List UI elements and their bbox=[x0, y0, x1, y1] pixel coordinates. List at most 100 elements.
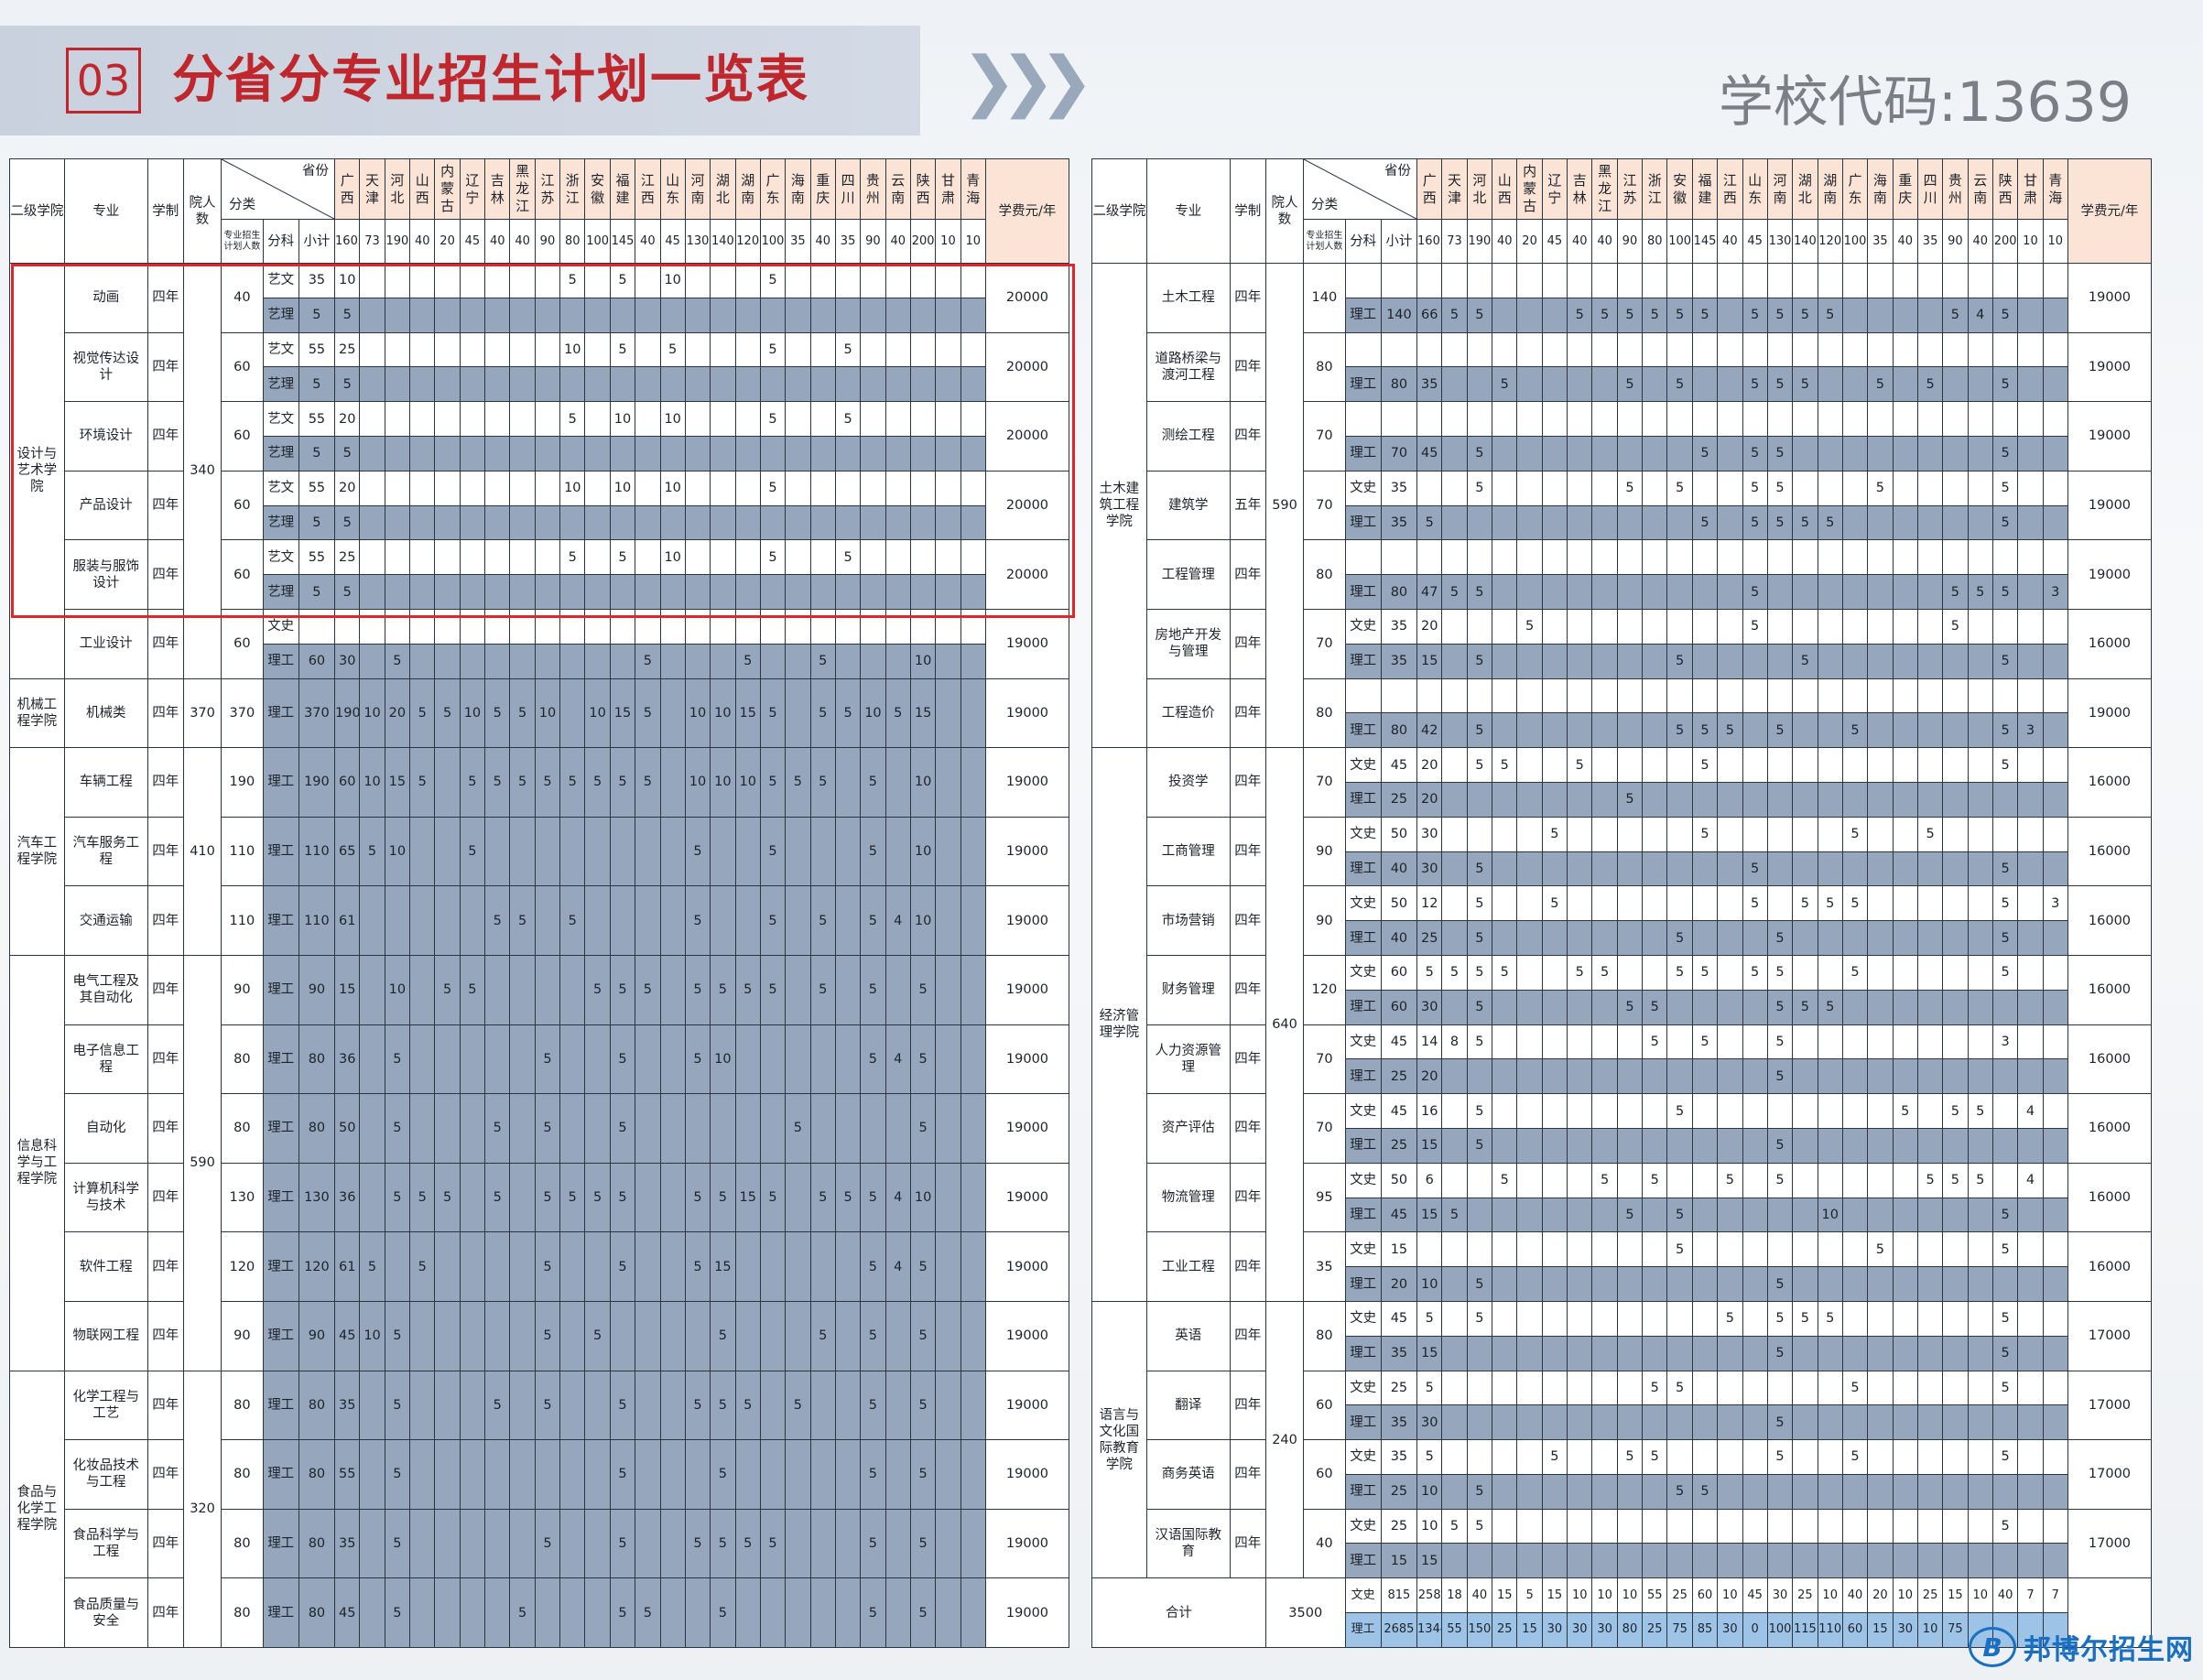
subtotal-cell: 5 bbox=[298, 297, 336, 333]
province-total: 35 bbox=[834, 219, 862, 264]
quota-cell bbox=[1841, 608, 1869, 645]
quota-cell: 5 bbox=[909, 1093, 937, 1164]
quota-cell bbox=[434, 263, 461, 298]
quota-cell: 5 bbox=[609, 1508, 636, 1579]
province-header: 广西 bbox=[1416, 158, 1443, 220]
subject-cell: 理工 bbox=[262, 1231, 299, 1302]
quota-cell: 5 bbox=[1991, 574, 2019, 610]
quota-cell bbox=[1492, 1370, 1518, 1406]
quota-cell bbox=[1691, 920, 1719, 956]
quota-cell bbox=[1991, 1127, 2019, 1164]
quota-cell bbox=[1591, 885, 1618, 922]
quota-cell bbox=[2017, 1231, 2044, 1268]
total-quota-cell: 7 bbox=[2017, 1577, 2044, 1614]
major-name: 电子信息工程 bbox=[63, 1024, 148, 1095]
quota-cell bbox=[935, 816, 961, 887]
province-total: 90 bbox=[534, 219, 561, 264]
quota-cell bbox=[1792, 1231, 1818, 1268]
quota-cell bbox=[860, 643, 886, 679]
quota-cell: 5 bbox=[809, 747, 836, 818]
province-header: 湖北 bbox=[710, 158, 736, 220]
quota-cell bbox=[459, 401, 486, 437]
province-total: 80 bbox=[1642, 219, 1668, 264]
quota-cell bbox=[935, 954, 961, 1025]
fee-cell: 20000 bbox=[984, 331, 1070, 403]
quota-cell bbox=[1492, 816, 1518, 852]
quota-cell bbox=[1766, 1370, 1794, 1406]
total-quota-cell: 30 bbox=[1892, 1612, 1918, 1648]
subject-cell: 文史 bbox=[1344, 747, 1382, 783]
quota-cell bbox=[960, 1439, 986, 1510]
total-quota-cell: 10 bbox=[1892, 1577, 1918, 1614]
quota-cell bbox=[710, 574, 736, 610]
quota-cell bbox=[1516, 851, 1543, 887]
quota-cell bbox=[659, 677, 686, 749]
quota-cell bbox=[1867, 1508, 1894, 1545]
quota-cell bbox=[860, 297, 886, 333]
total-quota-cell: 45 bbox=[1742, 1577, 1768, 1614]
quota-cell: 5 bbox=[1616, 1439, 1644, 1475]
quota-cell: 5 bbox=[1766, 989, 1794, 1025]
table-row: 食品科学与工程 四年 80 理工 80 35 5 5 5 5 5 5 5 5 5 19000 bbox=[10, 1508, 1070, 1579]
quota-cell: 5 bbox=[559, 263, 586, 298]
quota-cell bbox=[1892, 885, 1918, 922]
quota-cell bbox=[2017, 1127, 2044, 1164]
quota-cell bbox=[659, 608, 686, 645]
quota-cell bbox=[759, 1024, 787, 1095]
quota-cell: 5 bbox=[1416, 954, 1443, 991]
province-header: 黑龙江 bbox=[509, 158, 536, 220]
quota-cell bbox=[1691, 1197, 1719, 1233]
major-name: 市场营销 bbox=[1145, 885, 1231, 956]
quota-cell: 5 bbox=[1466, 1300, 1493, 1337]
quota-cell bbox=[1691, 331, 1719, 368]
col-major: 专业 bbox=[63, 158, 148, 264]
subject-cell bbox=[1344, 539, 1382, 576]
quota-cell: 5 bbox=[609, 1439, 636, 1510]
quota-cell bbox=[1817, 643, 1843, 679]
quota-cell bbox=[909, 297, 937, 333]
quota-cell: 5 bbox=[1991, 920, 2019, 956]
province-total: 10 bbox=[935, 219, 961, 264]
quota-cell bbox=[359, 643, 385, 679]
quota-cell bbox=[1441, 781, 1468, 818]
quota-cell bbox=[384, 297, 411, 333]
quota-cell bbox=[1892, 1543, 1918, 1579]
quota-cell bbox=[1817, 1231, 1843, 1268]
quota-cell: 5 bbox=[1642, 297, 1668, 333]
major-duration: 四年 bbox=[147, 539, 184, 610]
quota-cell bbox=[1642, 747, 1668, 783]
quota-cell: 5 bbox=[384, 1439, 411, 1510]
quota-cell: 20 bbox=[1416, 747, 1443, 783]
quota-cell: 5 bbox=[860, 1024, 886, 1095]
quota-cell bbox=[1516, 539, 1543, 576]
quota-cell bbox=[884, 954, 911, 1025]
quota-cell bbox=[1916, 747, 1944, 783]
subtotal-cell: 35 bbox=[1380, 643, 1418, 679]
quota-cell bbox=[1841, 1162, 1869, 1198]
quota-cell: 5 bbox=[1466, 470, 1493, 506]
quota-cell bbox=[1591, 677, 1618, 714]
subject-cell: 文史 bbox=[1344, 1300, 1382, 1337]
major-duration: 四年 bbox=[147, 608, 184, 679]
quota-cell bbox=[734, 401, 761, 437]
subject-cell: 文史 bbox=[1344, 1508, 1382, 1545]
quota-cell bbox=[1892, 504, 1918, 541]
quota-cell bbox=[1691, 885, 1719, 922]
table-row: 工程造价 四年 80 19000 bbox=[1092, 677, 2153, 749]
quota-cell bbox=[1942, 1370, 1969, 1406]
quota-cell bbox=[785, 1508, 811, 1579]
quota-cell bbox=[935, 297, 961, 333]
quota-cell bbox=[1591, 1127, 1618, 1164]
province-header: 陕西 bbox=[1991, 158, 2019, 220]
quota-cell bbox=[1691, 1058, 1719, 1095]
quota-cell bbox=[884, 331, 911, 368]
quota-cell bbox=[635, 331, 661, 368]
quota-cell bbox=[785, 1231, 811, 1302]
quota-cell bbox=[1591, 781, 1618, 818]
quota-cell bbox=[659, 954, 686, 1025]
subject-cell: 艺文 bbox=[262, 263, 299, 298]
quota-cell: 5 bbox=[1991, 435, 2019, 471]
quota-cell bbox=[559, 297, 586, 333]
quota-cell bbox=[1967, 1127, 1993, 1164]
subject-cell: 艺理 bbox=[262, 366, 299, 403]
